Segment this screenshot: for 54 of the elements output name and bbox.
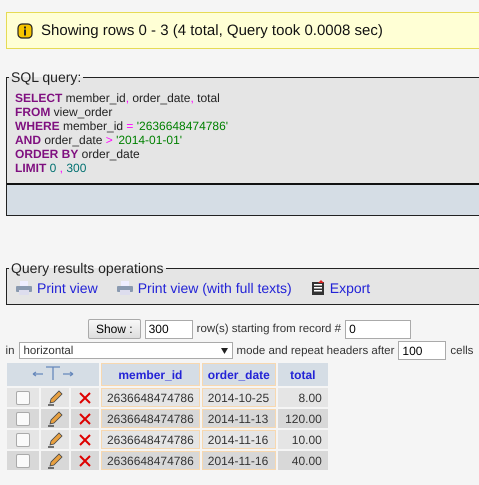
row-checkbox[interactable] — [16, 412, 30, 426]
table-cell: 120.00 — [278, 409, 328, 428]
column-arrows-icon[interactable] — [31, 365, 75, 381]
pencil-icon[interactable] — [47, 410, 63, 426]
panel-legend: Query results operations — [9, 260, 166, 276]
start-record-field[interactable]: 0 — [345, 320, 412, 338]
table-cell: 2014-11-13 — [202, 409, 276, 428]
table-cell: 8.00 — [278, 388, 328, 407]
table-cell: 2014-10-25 — [202, 388, 276, 407]
sql-line: LIMIT 0 , 300 — [15, 161, 86, 175]
sql-line: ORDER BY order_date — [15, 147, 140, 161]
rows-field[interactable]: 300 — [144, 320, 193, 338]
sql-line: WHERE member_id = '2636648474786' — [15, 119, 228, 133]
table-cell: 2636648474786 — [101, 430, 200, 449]
info-icon — [17, 22, 33, 38]
delete-icon[interactable] — [78, 412, 92, 426]
sql-line: SELECT member_id, order_date, total — [15, 91, 220, 105]
pencil-icon[interactable] — [47, 432, 63, 448]
row-checkbox[interactable] — [16, 432, 30, 447]
column-header[interactable]: total — [278, 363, 328, 386]
panel-legend: SQL query: — [9, 69, 84, 85]
show-button[interactable]: Show : — [88, 319, 141, 339]
pencil-icon[interactable] — [47, 390, 63, 406]
repeat-headers-field[interactable]: 100 — [398, 341, 446, 360]
mode-label: mode and repeat headers after — [236, 344, 394, 356]
mode-dropdown[interactable]: horizontal — [18, 342, 232, 359]
cells-label: cells — [450, 344, 474, 356]
printer-icon — [116, 280, 134, 296]
rows-label: row(s) starting from record # — [196, 323, 342, 335]
delete-icon[interactable] — [78, 390, 92, 405]
in-label: in — [6, 344, 14, 356]
table-cell: 2636648474786 — [101, 409, 200, 428]
table-cell: 40.00 — [278, 451, 328, 470]
operation-link[interactable]: Print view — [15, 280, 98, 296]
column-header[interactable]: member_id — [101, 363, 200, 386]
printer-icon — [15, 280, 33, 296]
row-checkbox[interactable] — [16, 390, 30, 405]
row-checkbox[interactable] — [16, 454, 30, 468]
caret-icon — [220, 348, 228, 354]
table-cell: 2014-11-16 — [202, 451, 276, 470]
operation-link[interactable]: Print view (with full texts) — [116, 280, 292, 296]
table-cell: 2636648474786 — [101, 388, 200, 407]
pencil-icon[interactable] — [47, 452, 63, 468]
document-list-icon — [310, 280, 326, 296]
table-cell: 2636648474786 — [101, 451, 200, 470]
delete-icon[interactable] — [78, 432, 92, 447]
table-cell: 2014-11-16 — [202, 430, 276, 449]
table-cell: 10.00 — [278, 430, 328, 449]
notice-text: Showing rows 0 - 3 (4 total, Query took 0.0008 sec) — [41, 22, 383, 39]
column-header[interactable]: order_date — [202, 363, 276, 386]
delete-icon[interactable] — [78, 454, 92, 468]
sql-line: AND order_date > '2014-01-01' — [15, 133, 182, 147]
operation-link[interactable]: Export — [310, 280, 370, 296]
sql-line: FROM view_order — [15, 105, 112, 119]
